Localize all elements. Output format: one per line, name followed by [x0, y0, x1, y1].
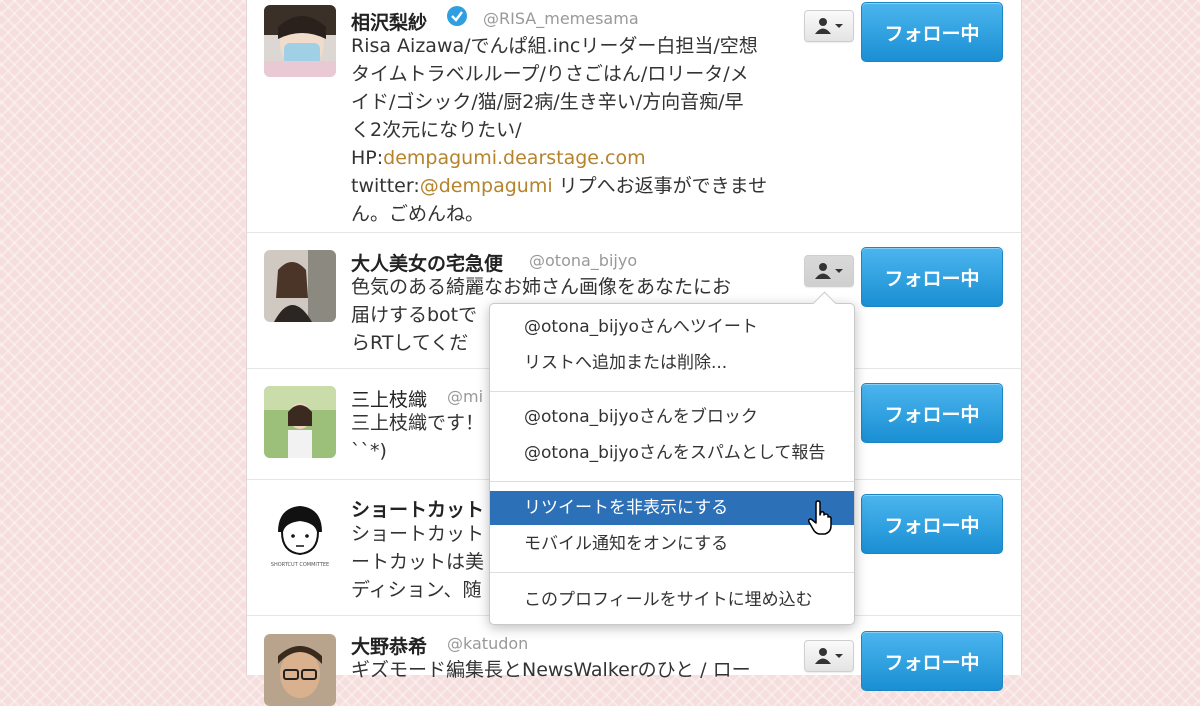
user-row-risa: 相沢梨紗 @RISA_memesama Risa Aizawa/でんぱ組.inc…	[247, 0, 1021, 233]
user-bio: Risa Aizawa/でんぱ組.incリーダー白担当/空想 タイムトラベルルー…	[351, 35, 768, 225]
user-row-katudon: 大野恭希 @katudon ギズモード編集長とNewsWalkerのひと / ロ…	[247, 616, 1021, 706]
user-handle[interactable]: @mi	[447, 387, 483, 406]
following-button[interactable]: フォロー中	[861, 494, 1003, 554]
hand-cursor-icon	[808, 500, 832, 535]
following-button[interactable]: フォロー中	[861, 247, 1003, 307]
avatar[interactable]	[264, 250, 336, 322]
user-handle[interactable]: @katudon	[447, 634, 528, 653]
following-button[interactable]: フォロー中	[861, 383, 1003, 443]
user-name[interactable]: 相沢梨紗	[351, 8, 427, 35]
menu-item-embed-profile[interactable]: このプロフィールをサイトに埋め込む	[490, 583, 854, 617]
person-menu-icon	[815, 263, 843, 279]
menu-separator	[490, 572, 854, 573]
user-bio: ギズモード編集長とNewsWalkerのひと / ロー	[351, 659, 751, 681]
menu-item-hide-retweets[interactable]: リツイートを非表示にする	[490, 491, 854, 525]
following-button[interactable]: フォロー中	[861, 631, 1003, 691]
hp-link[interactable]: dempagumi.dearstage.com	[383, 147, 645, 169]
menu-item-tweet-to[interactable]: @otona_bijyoさんへツイート	[490, 310, 854, 344]
menu-item-add-to-list[interactable]: リストへ追加または削除...	[490, 346, 854, 380]
menu-item-mobile-notifications[interactable]: モバイル通知をオンにする	[490, 527, 854, 561]
user-actions-button[interactable]	[804, 255, 854, 287]
twitter-link[interactable]: @dempagumi	[420, 175, 553, 197]
user-actions-button[interactable]	[804, 10, 854, 42]
avatar[interactable]	[264, 386, 336, 458]
user-name[interactable]: 三上枝織	[351, 385, 427, 412]
avatar[interactable]	[264, 5, 336, 77]
menu-separator	[490, 481, 854, 482]
menu-item-block[interactable]: @otona_bijyoさんをブロック	[490, 400, 854, 434]
avatar-caption: SHORTCUT COMMITTEE	[270, 562, 330, 568]
avatar[interactable]	[264, 496, 336, 568]
verified-badge-icon	[447, 6, 467, 26]
user-name[interactable]: 大野恭希	[351, 632, 427, 659]
user-actions-button[interactable]	[804, 640, 854, 672]
menu-item-report-spam[interactable]: @otona_bijyoさんをスパムとして報告	[490, 436, 854, 470]
person-menu-icon	[815, 648, 843, 664]
user-handle[interactable]: @otona_bijyo	[529, 251, 637, 270]
person-menu-icon	[815, 18, 843, 34]
user-actions-dropdown: @otona_bijyoさんへツイート リストへ追加または削除... @oton…	[489, 291, 855, 625]
avatar[interactable]	[264, 634, 336, 706]
following-button[interactable]: フォロー中	[861, 2, 1003, 62]
user-name[interactable]: ショートカット	[351, 495, 484, 522]
menu-separator	[490, 391, 854, 392]
user-name[interactable]: 大人美女の宅急便	[351, 249, 503, 276]
user-handle[interactable]: @RISA_memesama	[483, 9, 639, 28]
